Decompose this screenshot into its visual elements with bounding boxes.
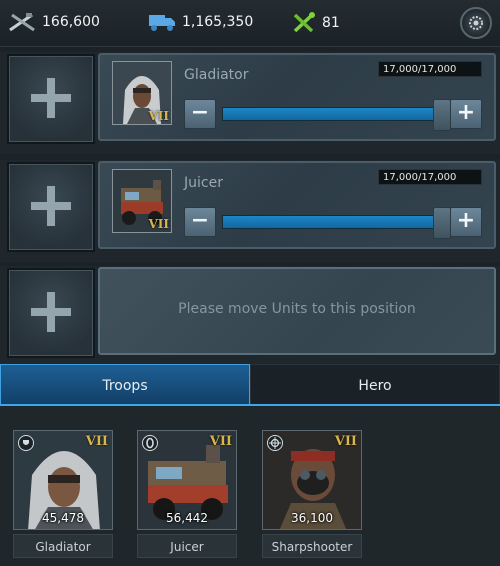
resource-bar: 166,600 1,165,350 81: [0, 0, 500, 47]
shield-icon: [18, 435, 34, 451]
unit-panel-gladiator: VII Gladiator 17,000/17,000 − +: [98, 53, 496, 141]
tab-hero[interactable]: Hero: [250, 364, 500, 406]
add-unit-button-1[interactable]: [7, 54, 95, 144]
resource-parts: 81: [292, 12, 340, 34]
tab-troops[interactable]: Troops: [0, 364, 250, 406]
troop-image: VII 56,442: [137, 430, 237, 530]
unit-name: Juicer: [184, 175, 223, 191]
add-unit-button-3[interactable]: [7, 268, 95, 358]
increase-button[interactable]: +: [450, 99, 482, 129]
crosshair-icon: [267, 435, 283, 451]
troop-image: VII 36,100: [262, 430, 362, 530]
tire-icon: [142, 435, 158, 451]
troop-name: Sharpshooter: [262, 534, 362, 558]
troop-rank: VII: [209, 434, 232, 449]
unit-count: 17,000/17,000: [378, 61, 482, 77]
troop-count: 45,478: [42, 511, 84, 525]
plus-icon: [31, 186, 71, 226]
resource-parts-value: 81: [322, 15, 340, 31]
increase-button[interactable]: +: [450, 207, 482, 237]
unit-rank: VII: [148, 217, 169, 231]
settings-button[interactable]: [460, 7, 492, 39]
troop-list: VII 45,478 Gladiator VII 56,442 Juicer V…: [0, 406, 500, 566]
plus-icon: [31, 292, 71, 332]
gear-icon: [469, 16, 483, 30]
slider-thumb[interactable]: [433, 207, 451, 239]
slider-fill: [223, 108, 441, 120]
empty-slot-message: Please move Units to this position: [178, 301, 416, 317]
troop-rank: VII: [85, 434, 108, 449]
unit-rank: VII: [148, 109, 169, 123]
troop-card-juicer[interactable]: VII 56,442 Juicer: [137, 430, 237, 558]
troop-card-gladiator[interactable]: VII 45,478 Gladiator: [13, 430, 113, 558]
add-unit-button-2[interactable]: [7, 162, 95, 252]
slider-thumb[interactable]: [433, 99, 451, 131]
crossed-rifles-icon: [9, 13, 35, 32]
crossed-tools-icon: [293, 12, 315, 33]
troop-count: 36,100: [291, 511, 333, 525]
supply-truck-icon: [149, 15, 175, 31]
plus-icon: [31, 78, 71, 118]
slider-fill: [223, 216, 441, 228]
decrease-button[interactable]: −: [184, 207, 216, 237]
decrease-button[interactable]: −: [184, 99, 216, 129]
formation-slot-2: VII Juicer 17,000/17,000 − +: [0, 160, 500, 262]
unit-count: 17,000/17,000: [378, 169, 482, 185]
unit-portrait-juicer[interactable]: VII: [112, 169, 172, 233]
formation-slot-3: Please move Units to this position: [0, 266, 500, 368]
troop-card-sharpshooter[interactable]: VII 36,100 Sharpshooter: [262, 430, 362, 558]
resource-weapons-value: 166,600: [42, 14, 100, 30]
troop-image: VII 45,478: [13, 430, 113, 530]
resource-weapons: 166,600: [8, 12, 100, 32]
troop-rank: VII: [334, 434, 357, 449]
unit-amount-slider[interactable]: [222, 99, 451, 131]
unit-panel-juicer: VII Juicer 17,000/17,000 − +: [98, 161, 496, 249]
empty-unit-panel[interactable]: Please move Units to this position: [98, 267, 496, 355]
troop-name: Gladiator: [13, 534, 113, 558]
unit-name: Gladiator: [184, 67, 249, 83]
troop-name: Juicer: [137, 534, 237, 558]
formation-slot-1: VII Gladiator 17,000/17,000 − +: [0, 52, 500, 154]
unit-tabs: Troops Hero: [0, 364, 500, 406]
troop-count: 56,442: [166, 511, 208, 525]
unit-amount-slider[interactable]: [222, 207, 451, 239]
resource-supplies-value: 1,165,350: [182, 14, 254, 30]
resource-supplies: 1,165,350: [148, 12, 253, 32]
unit-portrait-gladiator[interactable]: VII: [112, 61, 172, 125]
